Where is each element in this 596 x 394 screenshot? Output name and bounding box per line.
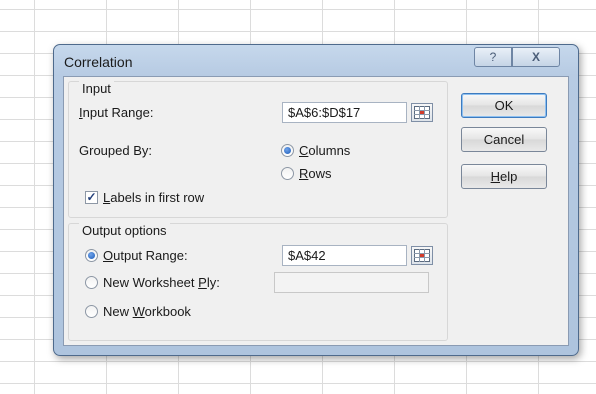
- new-workbook-label-b: orkbook: [144, 304, 191, 319]
- new-worksheet-ply-label[interactable]: New Worksheet Ply:: [103, 275, 220, 290]
- new-worksheet-label-b: ly:: [206, 275, 220, 290]
- columns-radio-label[interactable]: Columns: [299, 143, 350, 158]
- input-range-label: Input Range:: [79, 105, 154, 120]
- columns-radio[interactable]: [281, 144, 294, 157]
- rows-label-rest: ows: [308, 166, 332, 181]
- input-range-field[interactable]: $A$6:$D$17: [282, 102, 407, 123]
- range-select-icon: [414, 249, 430, 262]
- output-range-collapse-button[interactable]: [411, 246, 433, 265]
- new-worksheet-label-a: New Worksheet: [103, 275, 199, 290]
- input-group: Input Input Range: $A$6:$D$17 Grouped By…: [68, 81, 448, 218]
- output-legend: Output options: [79, 223, 170, 238]
- output-range-radio[interactable]: [85, 249, 98, 262]
- columns-label-rest: olumns: [308, 143, 351, 158]
- grouped-by-label: Grouped By:: [79, 143, 152, 158]
- output-range-field[interactable]: $A$42: [282, 245, 407, 266]
- new-worksheet-ply-radio[interactable]: [85, 276, 98, 289]
- cancel-button[interactable]: Cancel: [461, 127, 547, 152]
- output-group: Output options Output Range: $A$42 New W…: [68, 223, 448, 341]
- labels-label-rest: abels in first row: [110, 190, 205, 205]
- help-button[interactable]: Help: [461, 164, 547, 189]
- input-legend: Input: [79, 81, 114, 96]
- title-close-button[interactable]: X: [512, 47, 560, 67]
- new-worksheet-ply-field[interactable]: [274, 272, 429, 293]
- output-range-label[interactable]: Output Range:: [103, 248, 188, 263]
- question-icon: ?: [489, 50, 497, 64]
- dialog-client-area: Input Input Range: $A$6:$D$17 Grouped By…: [63, 76, 569, 346]
- output-range-label-rest: utput Range:: [113, 248, 188, 263]
- labels-checkbox[interactable]: ✓: [85, 191, 98, 204]
- title-help-button[interactable]: ?: [474, 47, 512, 67]
- new-workbook-radio[interactable]: [85, 305, 98, 318]
- rows-radio[interactable]: [281, 167, 294, 180]
- close-icon: X: [531, 50, 540, 64]
- correlation-dialog: Correlation ? X Input Input Range: $A$6:…: [53, 44, 579, 356]
- input-range-label-rest: nput Range:: [82, 105, 154, 120]
- new-workbook-label-a: New: [103, 304, 133, 319]
- rows-radio-label[interactable]: Rows: [299, 166, 332, 181]
- range-select-icon: [414, 106, 430, 119]
- new-workbook-label[interactable]: New Workbook: [103, 304, 191, 319]
- input-range-collapse-button[interactable]: [411, 103, 433, 122]
- ok-button[interactable]: OK: [461, 93, 547, 118]
- labels-checkbox-label[interactable]: Labels in first row: [103, 190, 204, 205]
- dialog-title: Correlation: [64, 54, 133, 70]
- help-button-rest: elp: [500, 169, 518, 184]
